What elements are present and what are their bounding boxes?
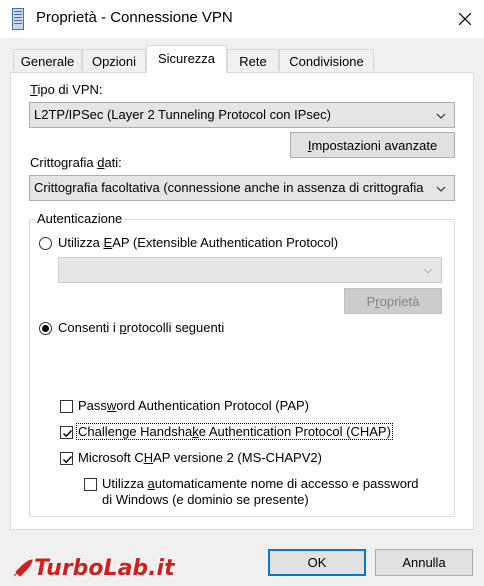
mschapv2-checkbox[interactable]: [60, 452, 73, 465]
protocols-radio-label[interactable]: Consenti i protocolli seguenti: [58, 320, 224, 335]
vpn-type-label: Tipo di VPN:: [30, 82, 103, 97]
auto-logon-label[interactable]: Utilizza automaticamente nome di accesso…: [102, 476, 419, 508]
turbolab-watermark: TurboLab.it: [12, 556, 175, 581]
close-icon: [459, 13, 471, 25]
ok-button-label: OK: [307, 555, 327, 570]
eap-properties-button[interactable]: Proprietà: [344, 288, 442, 314]
encryption-label: Crittografia dati:: [30, 155, 122, 170]
tab-label: Sicurezza: [157, 51, 216, 66]
tab-condivisione[interactable]: Condivisione: [279, 49, 374, 71]
mschapv2-label[interactable]: Microsoft CHAP versione 2 (MS-CHAPV2): [78, 450, 322, 465]
eap-radio-label[interactable]: Utilizza EAP (Extensible Authentication …: [58, 235, 338, 250]
rocket-icon: [13, 559, 33, 577]
vpn-type-value: L2TP/IPSec (Layer 2 Tunneling Protocol c…: [34, 107, 331, 122]
eap-radio[interactable]: [39, 237, 52, 250]
chevron-down-icon: [423, 268, 433, 274]
chap-label[interactable]: Challenge Handshake Authentication Proto…: [76, 423, 393, 440]
vpn-type-select[interactable]: L2TP/IPSec (Layer 2 Tunneling Protocol c…: [29, 102, 455, 128]
authentication-group-label: Autenticazione: [35, 211, 125, 226]
eap-method-select[interactable]: [58, 257, 442, 283]
cancel-button-label: Annulla: [402, 555, 446, 570]
checkmark-icon: [63, 430, 73, 438]
advanced-settings-button[interactable]: Impostazioni avanzate: [290, 132, 455, 158]
auto-logon-checkbox[interactable]: [84, 478, 97, 491]
cancel-button[interactable]: Annulla: [375, 549, 473, 576]
window-title: Proprietà - Connessione VPN: [36, 9, 233, 26]
pap-checkbox[interactable]: [60, 400, 73, 413]
ok-button[interactable]: OK: [268, 549, 366, 576]
tab-sicurezza[interactable]: Sicurezza: [146, 45, 227, 73]
checkmark-icon: [63, 456, 73, 464]
tab-label: Generale: [20, 54, 75, 69]
tab-label: Opzioni: [91, 54, 137, 69]
chevron-down-icon: [436, 186, 446, 192]
close-button[interactable]: [446, 0, 484, 38]
encryption-value: Crittografia facoltativa (connessione an…: [34, 180, 424, 195]
encryption-select[interactable]: Crittografia facoltativa (connessione an…: [29, 175, 455, 201]
tab-rete[interactable]: Rete: [227, 49, 279, 71]
chap-checkbox[interactable]: [60, 426, 73, 439]
chevron-down-icon: [436, 113, 446, 119]
pap-label[interactable]: Password Authentication Protocol (PAP): [78, 398, 309, 413]
tab-label: Condivisione: [289, 54, 364, 69]
vpn-connection-icon: [10, 8, 26, 30]
tab-generale[interactable]: Generale: [13, 49, 82, 71]
tab-opzioni[interactable]: Opzioni: [82, 49, 146, 71]
protocols-radio[interactable]: [39, 322, 52, 335]
tab-label: Rete: [239, 54, 267, 69]
